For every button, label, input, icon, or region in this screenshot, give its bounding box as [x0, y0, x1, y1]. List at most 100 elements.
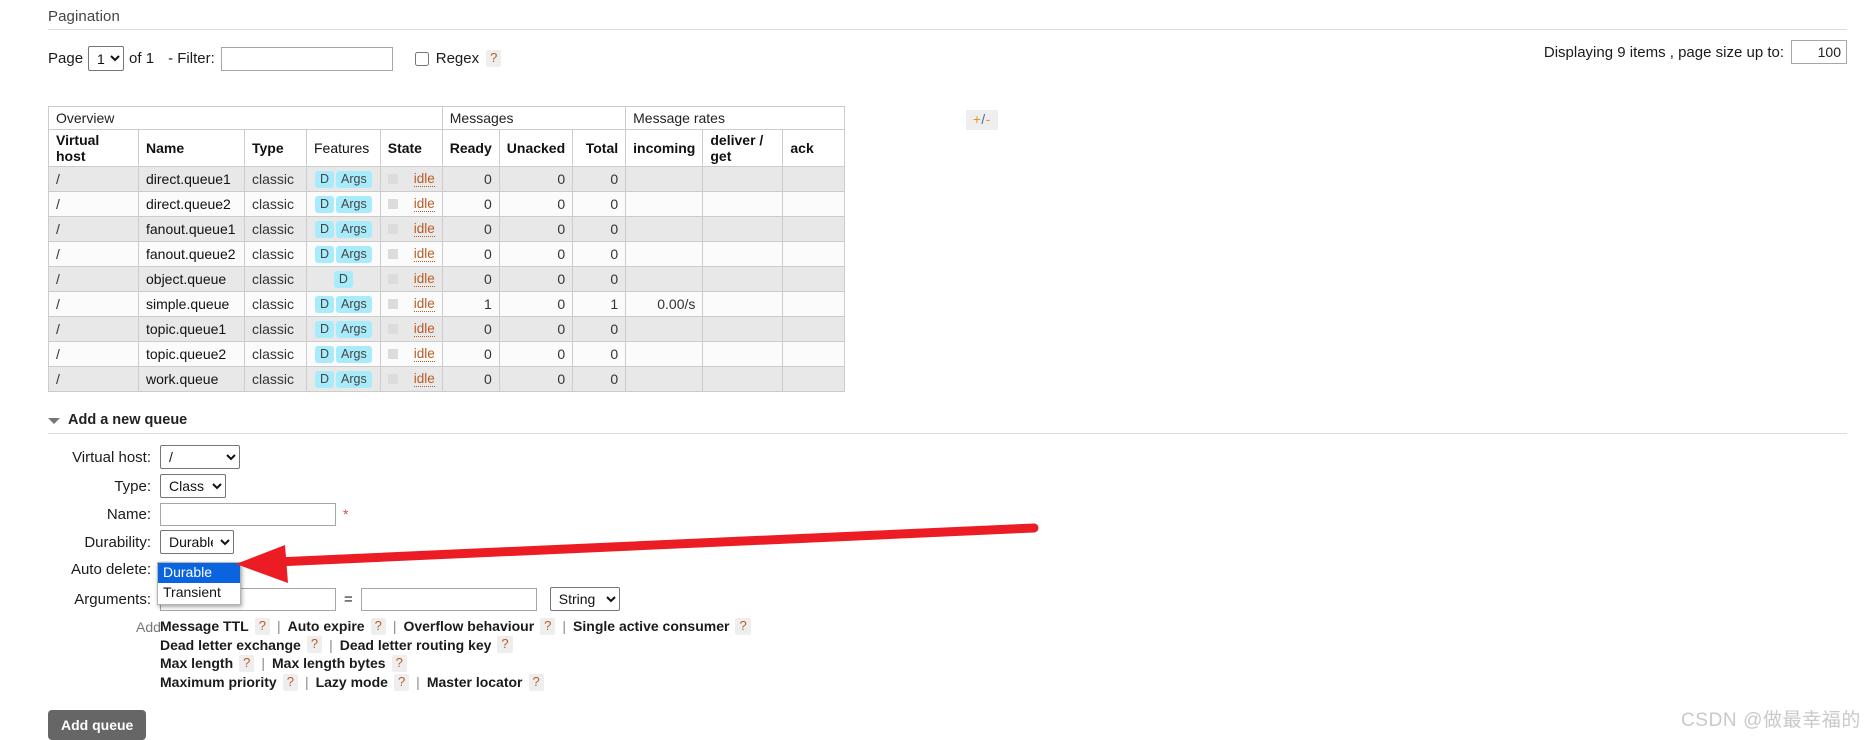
form-row-type: Type: ClassicQuorumStream — [0, 474, 226, 498]
add-queue-section-header[interactable]: Add a new queue — [48, 412, 1847, 434]
hint-separator: | — [392, 618, 397, 634]
filter-input[interactable] — [220, 46, 393, 71]
table-column-header[interactable]: incoming — [625, 129, 704, 167]
table-row: / topic.queue2 classic D Args idle 0 0 0 — [48, 341, 846, 367]
cell-virtual-host: / — [48, 216, 139, 242]
state-indicator-icon — [387, 249, 398, 259]
add-queue-section-title: Add a new queue — [68, 412, 188, 428]
cell-unacked: 0 — [498, 166, 574, 192]
cell-queue-type: classic — [244, 341, 307, 367]
argument-preset-overflow-behaviour[interactable]: Overflow behaviour — [403, 617, 534, 636]
table-column-header[interactable]: Features — [306, 129, 381, 167]
status-badge: idle — [413, 221, 435, 237]
help-icon[interactable]: ? — [239, 654, 255, 672]
page-number-select[interactable]: 1 — [88, 46, 125, 71]
durability-option-durable[interactable]: Durable — [158, 563, 240, 583]
help-icon[interactable]: ? — [528, 673, 544, 691]
cell-queue-name[interactable]: topic.queue2 — [138, 341, 245, 367]
page-label: Page — [48, 50, 84, 67]
cell-queue-name[interactable]: fanout.queue1 — [138, 216, 245, 242]
cell-deliver-get-rate — [702, 366, 784, 392]
cell-queue-name[interactable]: direct.queue1 — [138, 166, 245, 192]
required-marker: * — [343, 506, 349, 522]
table-column-header[interactable]: Unacked — [498, 129, 574, 167]
queue-name-input[interactable] — [160, 502, 336, 526]
cell-total: 1 — [572, 291, 627, 317]
argument-value-input[interactable] — [360, 587, 537, 611]
argument-preset-dead-letter-exchange[interactable]: Dead letter exchange — [160, 636, 301, 655]
argument-preset-maximum-priority[interactable]: Maximum priority — [160, 673, 277, 692]
cell-incoming-rate: 0.00/s — [625, 291, 704, 317]
cell-deliver-get-rate — [702, 266, 784, 292]
table-group-header: Messages — [441, 106, 627, 130]
cell-deliver-get-rate — [702, 291, 784, 317]
durability-dropdown-list[interactable]: Durable Transient — [157, 562, 241, 605]
table-row: / fanout.queue1 classic D Args idle 0 0 0 — [48, 216, 846, 242]
add-argument-link[interactable]: Add — [136, 618, 161, 637]
chevron-down-icon[interactable] — [48, 418, 60, 424]
cell-incoming-rate — [625, 241, 704, 267]
table-column-header[interactable]: Name — [138, 129, 245, 167]
column-toggle-button[interactable]: +/- — [966, 110, 998, 130]
argument-preset-dead-letter-routing-key[interactable]: Dead letter routing key — [340, 636, 492, 655]
cell-queue-name[interactable]: fanout.queue2 — [138, 241, 245, 267]
help-icon[interactable]: ? — [306, 636, 323, 654]
table-column-header[interactable]: deliver / get — [702, 129, 784, 167]
argument-preset-auto-expire[interactable]: Auto expire — [288, 617, 365, 636]
table-row: / fanout.queue2 classic D Args idle 0 0 0 — [48, 241, 846, 267]
queue-type-select[interactable]: ClassicQuorumStream — [160, 474, 226, 498]
durable-badge: D — [315, 196, 335, 213]
table-column-header[interactable]: State — [379, 129, 443, 167]
help-icon[interactable]: ? — [391, 654, 407, 672]
regex-control: Regex ? — [414, 50, 502, 67]
cell-features: D — [306, 266, 381, 292]
table-column-header[interactable]: ack — [782, 129, 846, 167]
help-icon[interactable]: ? — [497, 636, 513, 654]
cell-queue-name[interactable]: direct.queue2 — [138, 191, 245, 217]
argument-preset-single-active-consumer[interactable]: Single active consumer — [573, 617, 729, 636]
virtual-host-select[interactable]: / — [160, 445, 240, 469]
argument-preset-links: Add Message TTL? | Auto expire? | Overflow b… — [136, 617, 751, 692]
regex-help-icon[interactable]: ? — [486, 50, 502, 67]
virtual-host-label: Virtual host: — [72, 448, 151, 466]
cell-total: 0 — [572, 366, 627, 392]
durability-option-transient[interactable]: Transient — [158, 583, 240, 603]
argument-type-select[interactable]: StringNumberBooleanList — [549, 587, 620, 611]
arrow-shaft — [249, 523, 1039, 568]
table-column-header[interactable]: Type — [244, 129, 307, 167]
help-icon[interactable]: ? — [540, 617, 556, 635]
help-icon[interactable]: ? — [254, 617, 270, 635]
add-queue-button[interactable]: Add queue — [48, 710, 147, 740]
argument-preset-max-length[interactable]: Max length — [160, 654, 233, 673]
argument-preset-message-ttl[interactable]: Message TTL — [160, 617, 249, 636]
help-icon[interactable]: ? — [735, 617, 751, 635]
cell-queue-name[interactable]: object.queue — [138, 266, 245, 292]
state-indicator-icon — [387, 374, 398, 384]
hint-separator: | — [329, 636, 333, 653]
queues-table: Overview Messages Message rates Virtual ho… — [48, 106, 846, 392]
cell-deliver-get-rate — [702, 216, 784, 242]
argument-preset-master-locator[interactable]: Master locator — [427, 673, 523, 692]
argument-hint-line: Message TTL? | Auto expire? | Overflow behav… — [160, 617, 751, 636]
table-column-header[interactable]: Total — [572, 129, 627, 167]
argument-preset-lazy-mode[interactable]: Lazy mode — [316, 673, 388, 692]
table-column-header[interactable]: Virtual host — [48, 129, 139, 167]
cell-ack-rate — [782, 341, 846, 367]
help-icon[interactable]: ? — [370, 617, 386, 635]
help-icon[interactable]: ? — [282, 673, 298, 691]
cell-queue-name[interactable]: work.queue — [138, 366, 245, 392]
durability-select[interactable]: DurableTransient — [160, 530, 234, 554]
argument-preset-max-length-bytes[interactable]: Max length bytes — [272, 654, 386, 673]
cell-unacked: 0 — [498, 291, 574, 317]
cell-queue-name[interactable]: simple.queue — [138, 291, 245, 317]
args-badge: Args — [336, 171, 372, 188]
regex-checkbox[interactable] — [414, 51, 429, 66]
table-column-header[interactable]: Ready — [441, 129, 500, 167]
cell-queue-name[interactable]: topic.queue1 — [138, 316, 245, 342]
cell-ack-rate — [782, 241, 846, 267]
page-size-input[interactable] — [1791, 40, 1847, 64]
cell-features: D Args — [306, 341, 381, 367]
cell-features: D Args — [306, 316, 381, 342]
help-icon[interactable]: ? — [393, 673, 410, 691]
durable-badge: D — [315, 296, 335, 313]
